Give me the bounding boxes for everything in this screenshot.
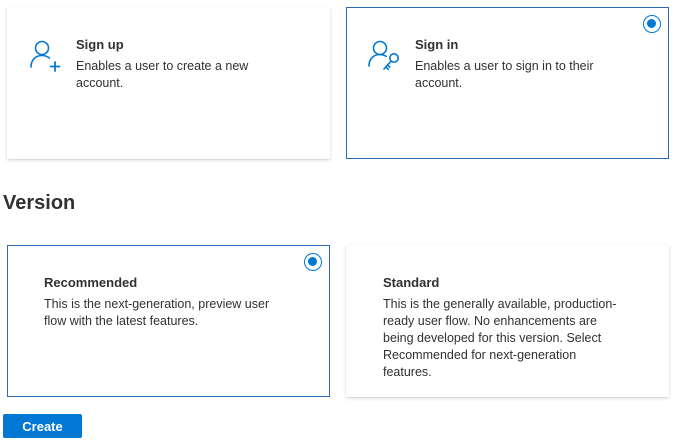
create-button[interactable]: Create: [3, 414, 82, 438]
version-title: Standard: [383, 275, 440, 290]
version-heading: Version: [3, 192, 76, 214]
user-key-icon: [368, 40, 399, 71]
flow-type-title: Sign in: [415, 37, 459, 52]
radio-selected-icon[interactable]: [304, 253, 322, 271]
version-description: This is the generally available, product…: [383, 297, 617, 379]
radio-selected-icon[interactable]: [643, 15, 661, 33]
flow-type-title: Sign up: [76, 37, 124, 52]
user-add-icon: [30, 40, 61, 72]
flow-type-card-sign-up[interactable]: Sign up Enables a user to create a new a…: [7, 7, 330, 159]
version-card-standard[interactable]: Standard This is the generally available…: [346, 245, 669, 397]
flow-type-card-sign-in[interactable]: Sign in Enables a user to sign in to the…: [346, 7, 669, 159]
flow-type-description: Enables a user to create a new account.: [76, 59, 249, 90]
version-title: Recommended: [44, 275, 138, 290]
flow-type-description: Enables a user to sign in to their accou…: [415, 59, 594, 90]
version-description: This is the next-generation, preview use…: [44, 297, 270, 328]
version-card-recommended[interactable]: Recommended This is the next-generation,…: [7, 245, 330, 397]
